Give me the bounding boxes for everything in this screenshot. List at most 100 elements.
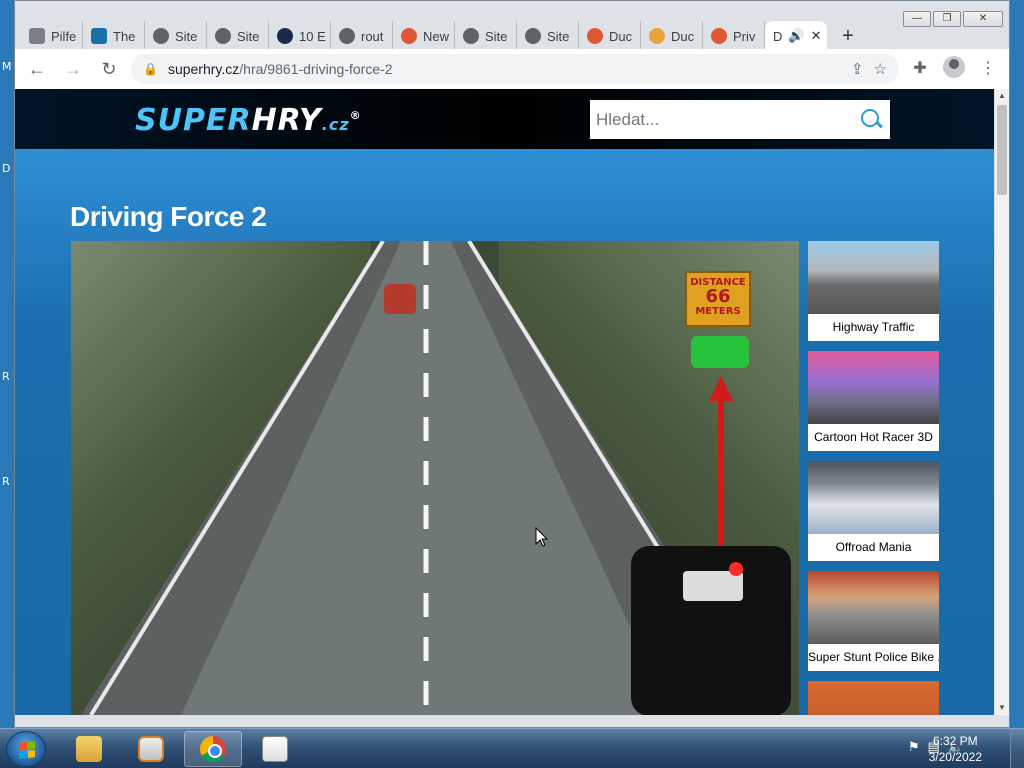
duckduckgo-icon xyxy=(587,28,603,44)
windows-logo-icon xyxy=(19,741,35,759)
tab-active[interactable]: D 🔊 ✕ xyxy=(765,21,827,51)
taskbar-media-player[interactable] xyxy=(122,731,180,767)
clock-time: 6:32 PM xyxy=(932,734,978,748)
tr-icon xyxy=(91,28,107,44)
logo-part-cz: .cz xyxy=(321,115,350,134)
desktop-icon-letter: D xyxy=(2,162,11,175)
globe-icon xyxy=(463,28,479,44)
logo-registered-mark: ® xyxy=(349,109,362,122)
rainbow-icon xyxy=(649,28,665,44)
page-scrollbar[interactable]: ▲ ▼ xyxy=(994,89,1009,715)
duckduckgo-icon xyxy=(401,28,417,44)
logo-part-hry: HRY xyxy=(251,103,322,138)
tab[interactable]: Duc xyxy=(641,21,703,51)
scroll-up-arrow-icon[interactable]: ▲ xyxy=(995,89,1009,103)
taskbar-explorer[interactable] xyxy=(60,731,118,767)
menu-kebab-icon[interactable]: ⋮ xyxy=(975,56,1001,82)
browser-toolbar: ← → ↻ 🔒 superhry.cz/hra/9861-driving-for… xyxy=(15,49,1009,89)
close-window-button[interactable]: ✕ xyxy=(963,11,1003,27)
share-icon[interactable]: ⇪ xyxy=(851,60,864,78)
window-controls: — ❐ ✕ xyxy=(903,11,1003,27)
tab-label: D xyxy=(773,28,783,44)
direction-arrow-head xyxy=(709,376,733,401)
desktop-icon-letter: R xyxy=(2,475,10,488)
scrollbar-thumb[interactable] xyxy=(997,105,1007,195)
tab-label: The xyxy=(113,28,136,44)
speaker-icon[interactable]: 🔊 xyxy=(788,28,804,44)
clock-date: 3/20/2022 xyxy=(928,750,982,764)
game-canvas[interactable]: DISTANCE 66 METERS xyxy=(71,241,799,715)
logo-part-super: SUPER xyxy=(135,103,252,138)
tab[interactable]: Site xyxy=(517,21,579,51)
tab[interactable]: New xyxy=(393,21,455,51)
show-desktop-button[interactable] xyxy=(1010,729,1024,768)
game-card-title: Offroad Mania xyxy=(835,540,912,554)
site-header: SUPERHRY.cz® xyxy=(15,89,995,149)
restore-button[interactable]: ❐ xyxy=(933,11,961,27)
enemy-car xyxy=(384,284,416,314)
page-content: Driving Force 2 DISTANCE 66 METERS Highw… xyxy=(15,149,995,715)
tab-label: Site xyxy=(175,28,198,44)
tab[interactable]: Duc xyxy=(579,21,641,51)
reload-button[interactable]: ↻ xyxy=(95,55,123,83)
tab-label: Duc xyxy=(671,28,695,44)
site-logo[interactable]: SUPERHRY.cz® xyxy=(135,103,362,138)
profile-button[interactable] xyxy=(941,56,967,82)
tab[interactable]: Site xyxy=(207,21,269,51)
back-button[interactable]: ← xyxy=(23,55,51,83)
desktop-right-strip xyxy=(1010,0,1024,728)
site-search xyxy=(590,100,890,139)
globe-icon xyxy=(339,28,355,44)
taskbar-chrome[interactable] xyxy=(184,731,242,767)
target-car xyxy=(691,336,749,368)
action-center-flag-icon[interactable]: ⚑ xyxy=(908,739,920,755)
new-tab-button[interactable]: + xyxy=(833,25,863,48)
search-input[interactable] xyxy=(596,109,858,130)
related-game-card[interactable]: Offroad Mania xyxy=(808,461,939,561)
url-host: superhry.cz xyxy=(167,61,240,77)
tab-label: rout xyxy=(361,28,384,44)
related-game-card[interactable]: Cartoon Hot Racer 3D xyxy=(808,351,939,451)
close-tab-icon[interactable]: ✕ xyxy=(811,28,822,44)
media-player-icon xyxy=(138,736,164,762)
page-title: Driving Force 2 xyxy=(70,201,267,232)
game-thumbnail xyxy=(808,571,939,644)
game-thumbnail xyxy=(808,681,939,715)
game-card-title: Super Stunt Police Bike ... xyxy=(808,650,939,664)
minimize-button[interactable]: — xyxy=(903,11,931,27)
lock-icon[interactable]: 🔒 xyxy=(143,62,158,76)
related-games-list: Highway Traffic Cartoon Hot Racer 3D Off… xyxy=(808,241,939,715)
globe-icon xyxy=(153,28,169,44)
related-game-card[interactable] xyxy=(808,681,939,715)
tab[interactable]: Pilfe xyxy=(21,21,83,51)
taskbar-clock[interactable]: 6:32 PM 3/20/2022 xyxy=(929,733,982,765)
game-thumbnail xyxy=(808,241,939,314)
forward-button[interactable]: → xyxy=(59,55,87,83)
distance-indicator: DISTANCE 66 METERS xyxy=(685,271,751,327)
tab[interactable]: 10 E xyxy=(269,21,331,51)
tab[interactable]: Site xyxy=(455,21,517,51)
related-game-card[interactable]: Super Stunt Police Bike ... xyxy=(808,571,939,671)
taskbar-solitaire[interactable] xyxy=(246,731,304,767)
game-thumbnail xyxy=(808,351,939,424)
roblox-icon xyxy=(29,28,45,44)
start-button[interactable] xyxy=(6,731,46,767)
tab[interactable]: Site xyxy=(145,21,207,51)
game-card-title: Highway Traffic xyxy=(832,320,915,334)
vk-icon xyxy=(277,28,293,44)
address-bar[interactable]: 🔒 superhry.cz/hra/9861-driving-force-2 ⇪… xyxy=(131,54,899,84)
game-card-title: Cartoon Hot Racer 3D xyxy=(814,430,933,444)
tab[interactable]: Priv xyxy=(703,21,765,51)
police-siren-light xyxy=(729,562,743,576)
tab[interactable]: The xyxy=(83,21,145,51)
tab-label: Site xyxy=(485,28,508,44)
page-viewport: SUPERHRY.cz® Driving Force 2 xyxy=(15,89,995,715)
extensions-icon[interactable]: ✚ xyxy=(907,56,933,82)
bookmark-star-icon[interactable]: ☆ xyxy=(874,60,887,78)
related-game-card[interactable]: Highway Traffic xyxy=(808,241,939,341)
tab[interactable]: rout xyxy=(331,21,393,51)
search-icon[interactable] xyxy=(858,107,884,133)
tab-label: Duc xyxy=(609,28,633,44)
scroll-down-arrow-icon[interactable]: ▼ xyxy=(995,701,1009,715)
desktop-left-strip: M D R R xyxy=(0,0,14,728)
